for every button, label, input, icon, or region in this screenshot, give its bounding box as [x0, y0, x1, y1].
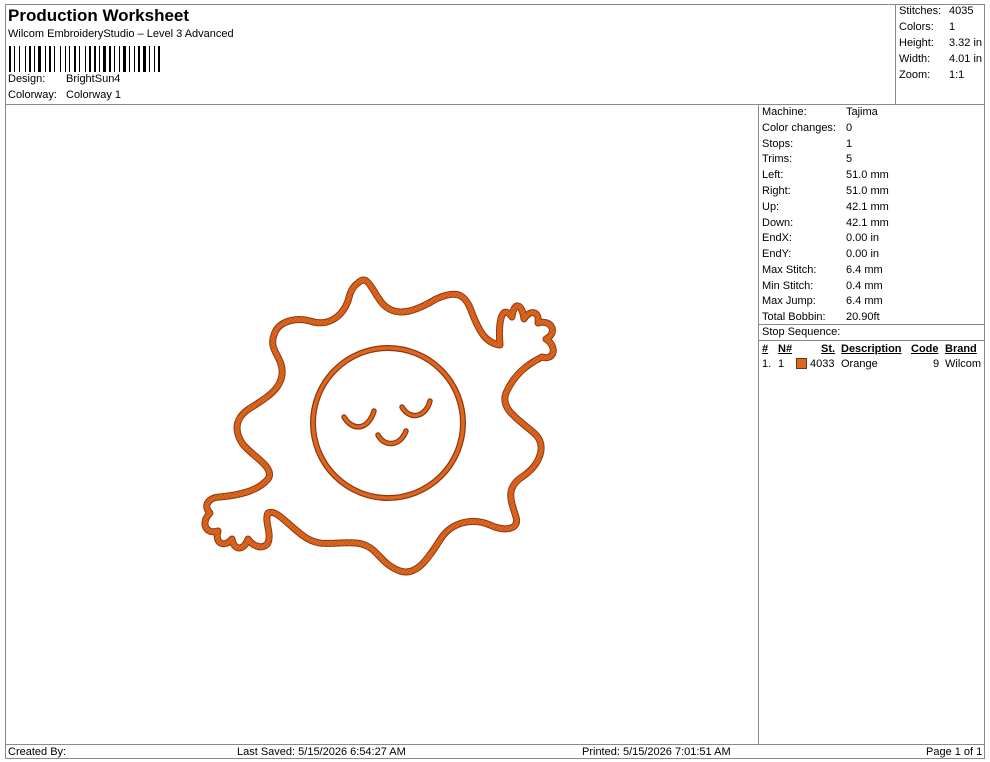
property-label: Color changes:	[762, 122, 836, 134]
printed-date: Printed: 5/15/2026 7:01:51 AM	[582, 746, 731, 758]
last-saved: Last Saved: 5/15/2026 6:54:27 AM	[237, 746, 406, 758]
property-label: Max Jump:	[762, 295, 816, 307]
summary-value: 3.32 in	[949, 37, 983, 49]
property-value: 42.1 mm	[846, 217, 889, 229]
property-row: Down: 42.1 mm	[762, 217, 889, 229]
column-header-needle: N#	[778, 343, 793, 355]
column-header-description: Description	[841, 343, 902, 355]
stop-row-needle: 1	[778, 358, 785, 370]
property-row: Max Stitch: 6.4 mm	[762, 264, 883, 276]
property-value: 42.1 mm	[846, 201, 889, 213]
property-label: Total Bobbin:	[762, 311, 826, 323]
summary-value: 1:1	[949, 69, 965, 81]
page-title: Production Worksheet	[8, 6, 190, 25]
summary-label: Colors:	[899, 21, 934, 33]
summary-row: Zoom: 1:1	[899, 69, 964, 81]
stop-row-code: 9	[933, 358, 940, 370]
property-label: EndY:	[762, 248, 792, 260]
design-name: BrightSun4	[66, 73, 121, 85]
stop-sequence-divider	[759, 324, 985, 325]
property-label: EndX:	[762, 232, 792, 244]
stop-row-index: 1.	[762, 358, 772, 370]
property-label: Up:	[762, 201, 780, 213]
property-row: Max Jump: 6.4 mm	[762, 295, 883, 307]
summary-row: Colors: 1	[899, 21, 955, 33]
column-header-brand: Brand	[945, 343, 977, 355]
design-row: Design: BrightSun4	[8, 73, 120, 85]
stop-row-description: Orange	[841, 358, 878, 370]
created-by: Created By:	[8, 746, 67, 758]
property-value: 51.0 mm	[846, 185, 889, 197]
summary-value: 4035	[949, 5, 974, 17]
summary-box: Stitches: 4035 Colors: 1 Height: 3.32 in Wi…	[895, 4, 985, 104]
design-preview	[6, 105, 758, 745]
property-label: Trims:	[762, 153, 793, 165]
column-header-code: Code	[911, 343, 939, 355]
column-header-stitches: St.	[821, 343, 836, 355]
summary-value: 1	[949, 21, 956, 33]
sun-outline-fill	[202, 277, 556, 575]
thread-color-swatch	[796, 358, 807, 369]
colorway-row: Colorway: Colorway 1	[8, 89, 121, 101]
summary-row: Width: 4.01 in	[899, 53, 982, 65]
design-label: Design:	[8, 73, 46, 85]
property-value: 5	[846, 153, 853, 165]
property-value: 0.4 mm	[846, 280, 883, 292]
property-row: Left: 51.0 mm	[762, 169, 889, 181]
colorway-label: Colorway:	[8, 89, 57, 101]
summary-row: Height: 3.32 in	[899, 37, 982, 49]
worksheet-header: Production Worksheet Wilcom EmbroiderySt…	[5, 4, 895, 104]
column-header-index: #	[762, 343, 769, 355]
property-row: EndY: 0.00 in	[762, 248, 879, 260]
property-value: 1	[846, 138, 853, 150]
stop-row-stitches: 4033	[810, 358, 835, 370]
property-value: Tajima	[846, 106, 878, 118]
summary-value: 4.01 in	[949, 53, 983, 65]
page-number: Page 1 of 1	[926, 746, 983, 758]
property-label: Min Stitch:	[762, 280, 814, 292]
panel-divider	[758, 104, 759, 745]
property-row: Stops: 1	[762, 138, 852, 150]
property-label: Down:	[762, 217, 794, 229]
barcode-image	[9, 46, 160, 72]
property-value: 6.4 mm	[846, 295, 883, 307]
property-value: 0.00 in	[846, 232, 880, 244]
property-label: Left:	[762, 169, 784, 181]
property-row: Up: 42.1 mm	[762, 201, 889, 213]
colorway-name: Colorway 1	[66, 89, 122, 101]
property-row: Total Bobbin: 20.90ft	[762, 311, 880, 323]
property-label: Machine:	[762, 106, 807, 118]
property-row: Right: 51.0 mm	[762, 185, 889, 197]
property-label: Max Stitch:	[762, 264, 817, 276]
property-value: 51.0 mm	[846, 169, 889, 181]
footer-divider	[5, 744, 985, 745]
property-value: 0	[846, 122, 853, 134]
property-row: Machine: Tajima	[762, 106, 878, 118]
sun-embroidery-design	[201, 276, 557, 576]
property-value: 20.90ft	[846, 311, 880, 323]
property-row: Color changes: 0	[762, 122, 852, 134]
property-row: EndX: 0.00 in	[762, 232, 879, 244]
property-row: Min Stitch: 0.4 mm	[762, 280, 883, 292]
property-value: 0.00 in	[846, 248, 880, 260]
property-label: Right:	[762, 185, 791, 197]
summary-label: Zoom:	[899, 69, 931, 81]
software-name: Wilcom EmbroideryStudio – Level 3 Advanc…	[8, 28, 234, 40]
property-row: Trims: 5	[762, 153, 852, 165]
summary-row: Stitches: 4035	[899, 5, 973, 17]
stop-row-brand: Wilcom	[945, 358, 982, 370]
property-value: 6.4 mm	[846, 264, 883, 276]
summary-label: Height:	[899, 37, 934, 49]
stop-sequence-header-divider	[759, 340, 985, 341]
stop-sequence-title: Stop Sequence:	[762, 326, 841, 338]
summary-label: Width:	[899, 53, 931, 65]
property-label: Stops:	[762, 138, 794, 150]
summary-label: Stitches:	[899, 5, 942, 17]
